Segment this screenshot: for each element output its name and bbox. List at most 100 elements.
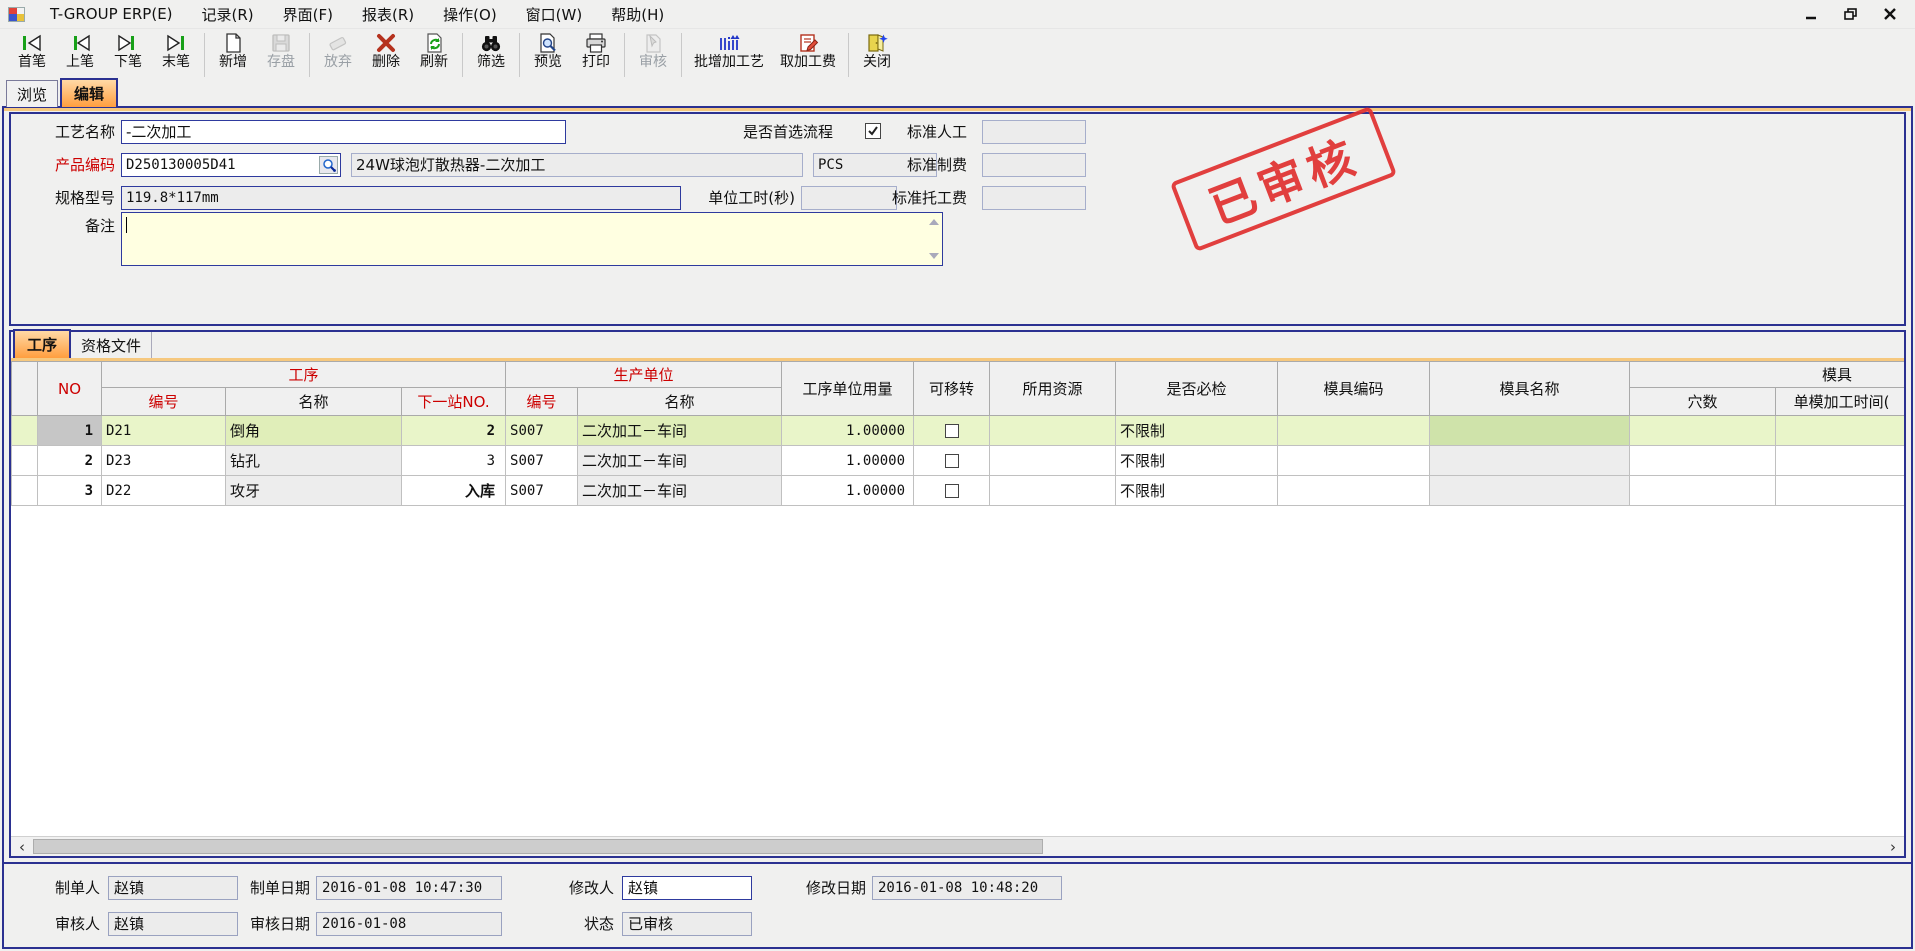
first-record-button[interactable]: 首笔 <box>8 31 56 71</box>
next-record-button[interactable]: 下笔 <box>104 31 152 71</box>
preview-icon <box>536 32 560 54</box>
refresh-button[interactable]: 刷新 <box>410 31 458 71</box>
cell-proc-code[interactable]: D21 <box>102 416 226 446</box>
close-icon[interactable] <box>1884 8 1897 21</box>
cell-unit-code[interactable]: S007 <box>506 416 578 446</box>
cell-no[interactable]: 1 <box>38 416 102 446</box>
cell-unit-name[interactable]: 二次加工－车间 <box>578 446 782 476</box>
row-selector[interactable] <box>12 446 38 476</box>
cell-mold-code[interactable] <box>1278 476 1430 506</box>
menu-record[interactable]: 记录(R) <box>191 1 265 28</box>
cell-cavity[interactable] <box>1630 416 1776 446</box>
tab-qualification-files[interactable]: 资格文件 <box>71 332 152 358</box>
scroll-up-icon[interactable] <box>929 219 939 225</box>
restore-icon[interactable] <box>1844 8 1858 21</box>
cell-qty[interactable]: 1.00000 <box>782 446 914 476</box>
cell-must-check[interactable]: 不限制 <box>1116 446 1278 476</box>
cell-movable[interactable] <box>914 416 990 446</box>
std-labor-label: 标准人工 <box>871 120 967 144</box>
cell-next-station[interactable]: 3 <box>402 446 506 476</box>
movable-checkbox[interactable] <box>945 424 959 438</box>
tab-process-steps[interactable]: 工序 <box>13 329 71 358</box>
cell-resource[interactable] <box>990 476 1116 506</box>
col-header-must-check: 是否必检 <box>1116 362 1278 416</box>
cell-no[interactable]: 3 <box>38 476 102 506</box>
cell-no[interactable]: 2 <box>38 446 102 476</box>
discard-button[interactable]: 放弃 <box>314 31 362 71</box>
cell-proc-code[interactable]: D22 <box>102 476 226 506</box>
save-button[interactable]: 存盘 <box>257 31 305 71</box>
cell-unit-name[interactable]: 二次加工－车间 <box>578 476 782 506</box>
menu-interface[interactable]: 界面(F) <box>272 1 344 28</box>
cell-mold-name[interactable] <box>1430 476 1630 506</box>
movable-checkbox[interactable] <box>945 484 959 498</box>
menu-help[interactable]: 帮助(H) <box>600 1 675 28</box>
cell-mold-name[interactable] <box>1430 416 1630 446</box>
menu-operation[interactable]: 操作(O) <box>432 1 508 28</box>
cell-cavity[interactable] <box>1630 446 1776 476</box>
scroll-left-icon[interactable]: ‹ <box>13 837 31 856</box>
preview-button[interactable]: 预览 <box>524 31 572 71</box>
product-lookup-button[interactable] <box>319 156 338 174</box>
std-outsource-fee-label: 标准托工费 <box>871 186 967 210</box>
menu-report[interactable]: 报表(R) <box>351 1 425 28</box>
cell-must-check[interactable]: 不限制 <box>1116 476 1278 506</box>
cell-single-mold-time[interactable] <box>1776 476 1904 506</box>
last-record-button[interactable]: 末笔 <box>152 31 200 71</box>
process-name-input[interactable]: -二次加工 <box>121 120 566 144</box>
menu-window[interactable]: 窗口(W) <box>515 1 594 28</box>
std-outsource-fee-field[interactable] <box>982 186 1086 210</box>
cell-qty[interactable]: 1.00000 <box>782 416 914 446</box>
batch-add-process-button[interactable]: 批增加工艺 <box>686 31 772 71</box>
scroll-down-icon[interactable] <box>929 253 939 259</box>
tab-browse[interactable]: 浏览 <box>6 80 58 107</box>
cell-unit-name[interactable]: 二次加工－车间 <box>578 416 782 446</box>
cell-single-mold-time[interactable] <box>1776 416 1904 446</box>
cell-movable[interactable] <box>914 446 990 476</box>
row-selector[interactable] <box>12 416 38 446</box>
menu-tgroup-erp[interactable]: T-GROUP ERP(E) <box>39 2 184 26</box>
cell-mold-name[interactable] <box>1430 446 1630 476</box>
remarks-textarea[interactable] <box>121 212 943 266</box>
cell-next-station[interactable]: 入库 <box>402 476 506 506</box>
product-code-label: 产品编码 <box>11 153 115 177</box>
tab-edit[interactable]: 编辑 <box>60 78 118 107</box>
row-selector[interactable] <box>12 476 38 506</box>
cell-next-station[interactable]: 2 <box>402 416 506 446</box>
cell-mold-code[interactable] <box>1278 446 1430 476</box>
col-header-mold-name: 模具名称 <box>1430 362 1630 416</box>
cell-movable[interactable] <box>914 476 990 506</box>
cell-proc-name[interactable]: 钻孔 <box>226 446 402 476</box>
new-button[interactable]: 新增 <box>209 31 257 71</box>
movable-checkbox[interactable] <box>945 454 959 468</box>
print-button[interactable]: 打印 <box>572 31 620 71</box>
horizontal-scrollbar[interactable]: ‹ › <box>11 836 1904 856</box>
cell-resource[interactable] <box>990 446 1116 476</box>
product-code-input[interactable]: D250130005D41 <box>121 153 341 177</box>
cell-must-check[interactable]: 不限制 <box>1116 416 1278 446</box>
minimize-icon[interactable] <box>1805 8 1818 21</box>
scroll-right-icon[interactable]: › <box>1884 837 1902 856</box>
cell-mold-code[interactable] <box>1278 416 1430 446</box>
cell-proc-name[interactable]: 攻牙 <box>226 476 402 506</box>
new-doc-icon <box>221 32 245 54</box>
cell-single-mold-time[interactable] <box>1776 446 1904 476</box>
std-labor-field[interactable] <box>982 120 1086 144</box>
prev-record-button[interactable]: 上笔 <box>56 31 104 71</box>
cell-unit-code[interactable]: S007 <box>506 446 578 476</box>
cell-resource[interactable] <box>990 416 1116 446</box>
std-mfg-fee-field[interactable] <box>982 153 1086 177</box>
cell-qty[interactable]: 1.00000 <box>782 476 914 506</box>
spec-model-input[interactable]: 119.8*117mm <box>121 186 681 210</box>
cell-proc-name[interactable]: 倒角 <box>226 416 402 446</box>
cell-proc-code[interactable]: D23 <box>102 446 226 476</box>
spec-model-label: 规格型号 <box>11 186 115 210</box>
cell-unit-code[interactable]: S007 <box>506 476 578 506</box>
delete-button[interactable]: 删除 <box>362 31 410 71</box>
filter-button[interactable]: 筛选 <box>467 31 515 71</box>
get-processing-fee-button[interactable]: 取加工费 <box>772 31 844 71</box>
cell-cavity[interactable] <box>1630 476 1776 506</box>
scrollbar-thumb[interactable] <box>33 839 1043 854</box>
close-window-button[interactable]: 关闭 <box>853 31 901 71</box>
audit-button[interactable]: 审核 <box>629 31 677 71</box>
